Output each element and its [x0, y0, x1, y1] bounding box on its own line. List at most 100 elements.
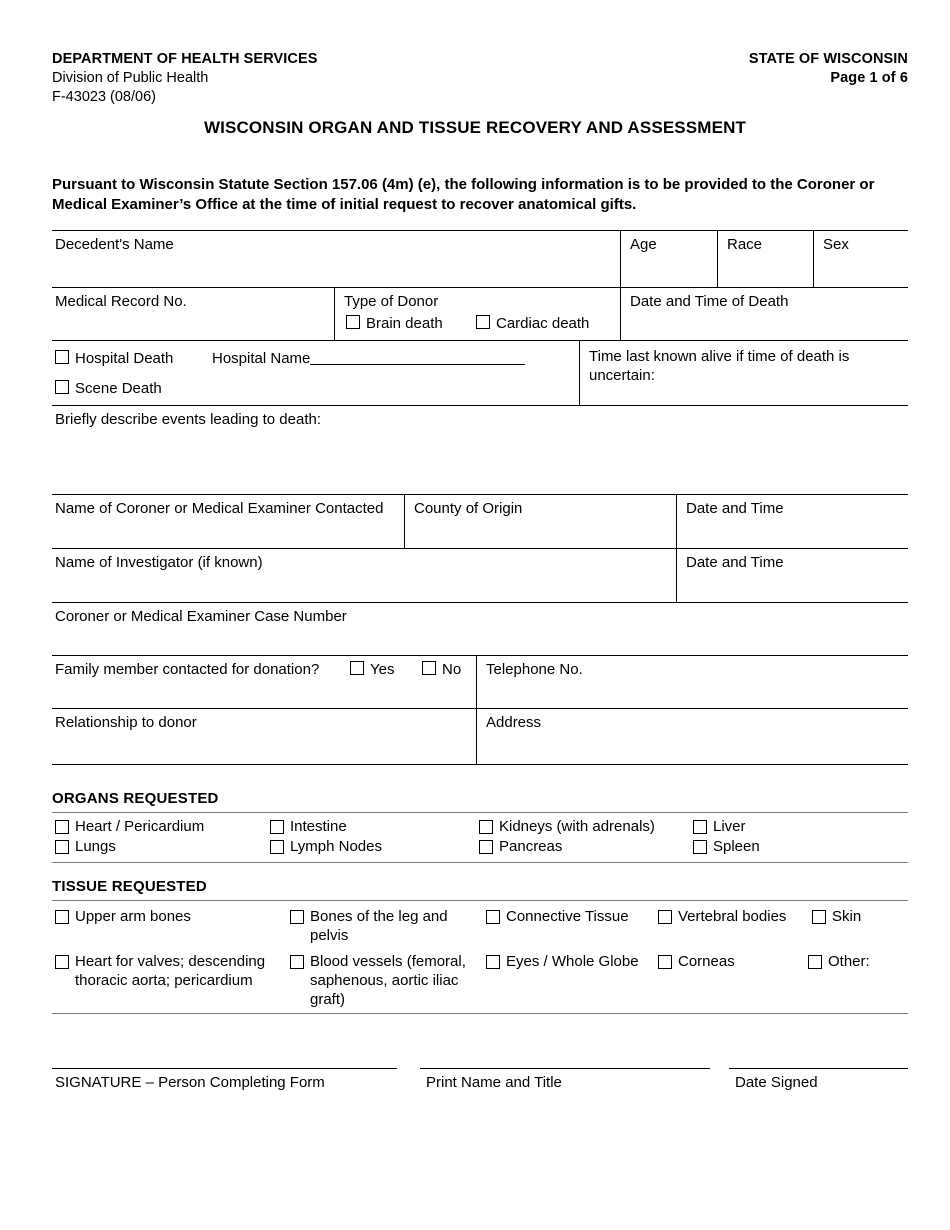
tissue-item[interactable]: Bones of the leg and pelvis: [290, 907, 460, 945]
organ-label: Liver: [713, 818, 746, 835]
blood-vessels-checkbox[interactable]: [290, 955, 304, 969]
tissue-item[interactable]: Connective Tissue: [486, 907, 651, 926]
eyes-whole-globe-checkbox[interactable]: [486, 955, 500, 969]
coroner-name-label: Name of Coroner or Medical Examiner Cont…: [55, 500, 384, 517]
organ-label: Lungs: [75, 838, 116, 855]
family-contacted-no-row[interactable]: No: [422, 660, 461, 679]
sex-label: Sex: [823, 236, 849, 253]
column-divider: [620, 231, 621, 288]
spleen-checkbox[interactable]: [693, 840, 707, 854]
tissue-item[interactable]: Vertebral bodies: [658, 907, 803, 926]
page-title: WISCONSIN ORGAN AND TISSUE RECOVERY AND …: [203, 118, 747, 137]
bones-leg-pelvis-checkbox[interactable]: [290, 910, 304, 924]
organ-item[interactable]: Kidneys (with adrenals): [479, 817, 694, 836]
form-page: DEPARTMENT OF HEALTH SERVICES Division o…: [0, 0, 950, 1230]
upper-arm-bones-checkbox[interactable]: [55, 910, 69, 924]
organ-item[interactable]: Pancreas: [479, 837, 694, 856]
briefly-describe-group: Briefly describe events leading to death…: [52, 405, 908, 495]
case-number-row[interactable]: Coroner or Medical Examiner Case Number: [52, 603, 908, 649]
scene-death-checkbox[interactable]: [55, 380, 69, 394]
tissue-item[interactable]: Heart for valves; descending thoracic ao…: [55, 952, 277, 990]
organ-label: Lymph Nodes: [290, 838, 382, 855]
date-time-of-death-label: Date and Time of Death: [630, 293, 789, 310]
tissue-item[interactable]: Eyes / Whole Globe: [486, 952, 651, 971]
tissue-label: Eyes / Whole Globe: [506, 953, 639, 970]
lymph-nodes-checkbox[interactable]: [270, 840, 284, 854]
pancreas-checkbox[interactable]: [479, 840, 493, 854]
organ-item[interactable]: Liver: [693, 817, 853, 836]
tissue-item[interactable]: Skin: [812, 907, 902, 926]
tissue-item[interactable]: Upper arm bones: [55, 907, 280, 926]
heart-pericardium-checkbox[interactable]: [55, 820, 69, 834]
time-last-known-alive-label: Time last known alive if time of death i…: [589, 348, 850, 384]
tissue-rule-group: Upper arm bones Bones of the leg and pel…: [52, 900, 908, 1014]
header-right-block: STATE OF WISCONSIN Page 1 of 6: [749, 50, 908, 88]
hospital-death-label: Hospital Death: [75, 350, 174, 367]
brain-death-checkbox-row[interactable]: Brain death: [346, 314, 443, 333]
hospital-name-input-line[interactable]: [310, 351, 526, 365]
investigator-name-label: Name of Investigator (if known): [55, 554, 263, 571]
column-divider: [334, 288, 335, 341]
brain-death-checkbox[interactable]: [346, 315, 360, 329]
column-divider: [404, 495, 405, 549]
organ-item[interactable]: Spleen: [693, 837, 853, 856]
cardiac-death-checkbox-row[interactable]: Cardiac death: [476, 314, 589, 333]
hospital-name-label: Hospital Name: [212, 350, 311, 367]
tissue-requested-section: TISSUE REQUESTED: [52, 878, 908, 895]
organ-item[interactable]: Heart / Pericardium: [55, 817, 280, 836]
column-divider: [717, 231, 718, 288]
investigator-row-group: Name of Investigator (if known) Date and…: [52, 548, 908, 603]
form-number: F-43023 (08/06): [52, 89, 156, 105]
hospital-name-field[interactable]: Hospital Name: [212, 349, 526, 368]
column-divider: [813, 231, 814, 288]
organ-label: Pancreas: [499, 838, 563, 855]
organ-item[interactable]: Lungs: [55, 837, 280, 856]
column-divider: [476, 656, 477, 709]
yes-checkbox[interactable]: [350, 661, 364, 675]
medical-record-row-group: Medical Record No. Type of Donor Brain d…: [52, 287, 908, 341]
tissue-label: Upper arm bones: [75, 908, 191, 925]
signature-line[interactable]: [52, 1068, 397, 1069]
connective-tissue-checkbox[interactable]: [486, 910, 500, 924]
header-left-block: DEPARTMENT OF HEALTH SERVICES Division o…: [52, 50, 318, 107]
no-checkbox[interactable]: [422, 661, 436, 675]
tissue-heading: TISSUE REQUESTED: [52, 878, 207, 895]
scene-death-checkbox-row[interactable]: Scene Death: [55, 379, 162, 398]
tissue-item[interactable]: Blood vessels (femoral, saphenous, aorti…: [290, 952, 472, 1009]
column-divider: [579, 341, 580, 406]
signature-area: SIGNATURE – Person Completing Form Print…: [52, 1068, 908, 1108]
skin-checkbox[interactable]: [812, 910, 826, 924]
signature-label: SIGNATURE – Person Completing Form: [55, 1074, 325, 1091]
briefly-describe-row[interactable]: Briefly describe events leading to death…: [52, 406, 908, 495]
heart-for-valves-checkbox[interactable]: [55, 955, 69, 969]
tissue-label: Corneas: [678, 953, 735, 970]
column-divider: [676, 495, 677, 549]
lungs-checkbox[interactable]: [55, 840, 69, 854]
kidneys-checkbox[interactable]: [479, 820, 493, 834]
intestine-checkbox[interactable]: [270, 820, 284, 834]
tissue-checkbox-grid-row2: Heart for valves; descending thoracic ao…: [52, 948, 908, 1013]
organ-label: Intestine: [290, 818, 347, 835]
family-contacted-yes-row[interactable]: Yes: [350, 660, 394, 679]
date-signed-line[interactable]: [729, 1068, 908, 1069]
other-checkbox[interactable]: [808, 955, 822, 969]
column-divider: [676, 549, 677, 603]
organ-item[interactable]: Lymph Nodes: [270, 837, 470, 856]
family-contacted-row: Family member contacted for donation? Ye…: [52, 656, 908, 709]
organ-item[interactable]: Intestine: [270, 817, 470, 836]
corneas-checkbox[interactable]: [658, 955, 672, 969]
vertebral-bodies-checkbox[interactable]: [658, 910, 672, 924]
race-label: Race: [727, 236, 763, 253]
cardiac-death-checkbox[interactable]: [476, 315, 490, 329]
telephone-no-label: Telephone No.: [486, 661, 583, 678]
liver-checkbox[interactable]: [693, 820, 707, 834]
tissue-item[interactable]: Corneas: [658, 952, 798, 971]
print-name-line[interactable]: [420, 1068, 710, 1069]
medical-record-row: Medical Record No. Type of Donor Brain d…: [52, 288, 908, 341]
tissue-item[interactable]: Other:: [808, 952, 903, 971]
case-number-label: Coroner or Medical Examiner Case Number: [55, 608, 347, 625]
coroner-row-group: Name of Coroner or Medical Examiner Cont…: [52, 494, 908, 549]
hospital-death-checkbox[interactable]: [55, 350, 69, 364]
family-contacted-group: Family member contacted for donation? Ye…: [52, 655, 908, 709]
hospital-death-checkbox-row[interactable]: Hospital Death: [55, 349, 173, 368]
